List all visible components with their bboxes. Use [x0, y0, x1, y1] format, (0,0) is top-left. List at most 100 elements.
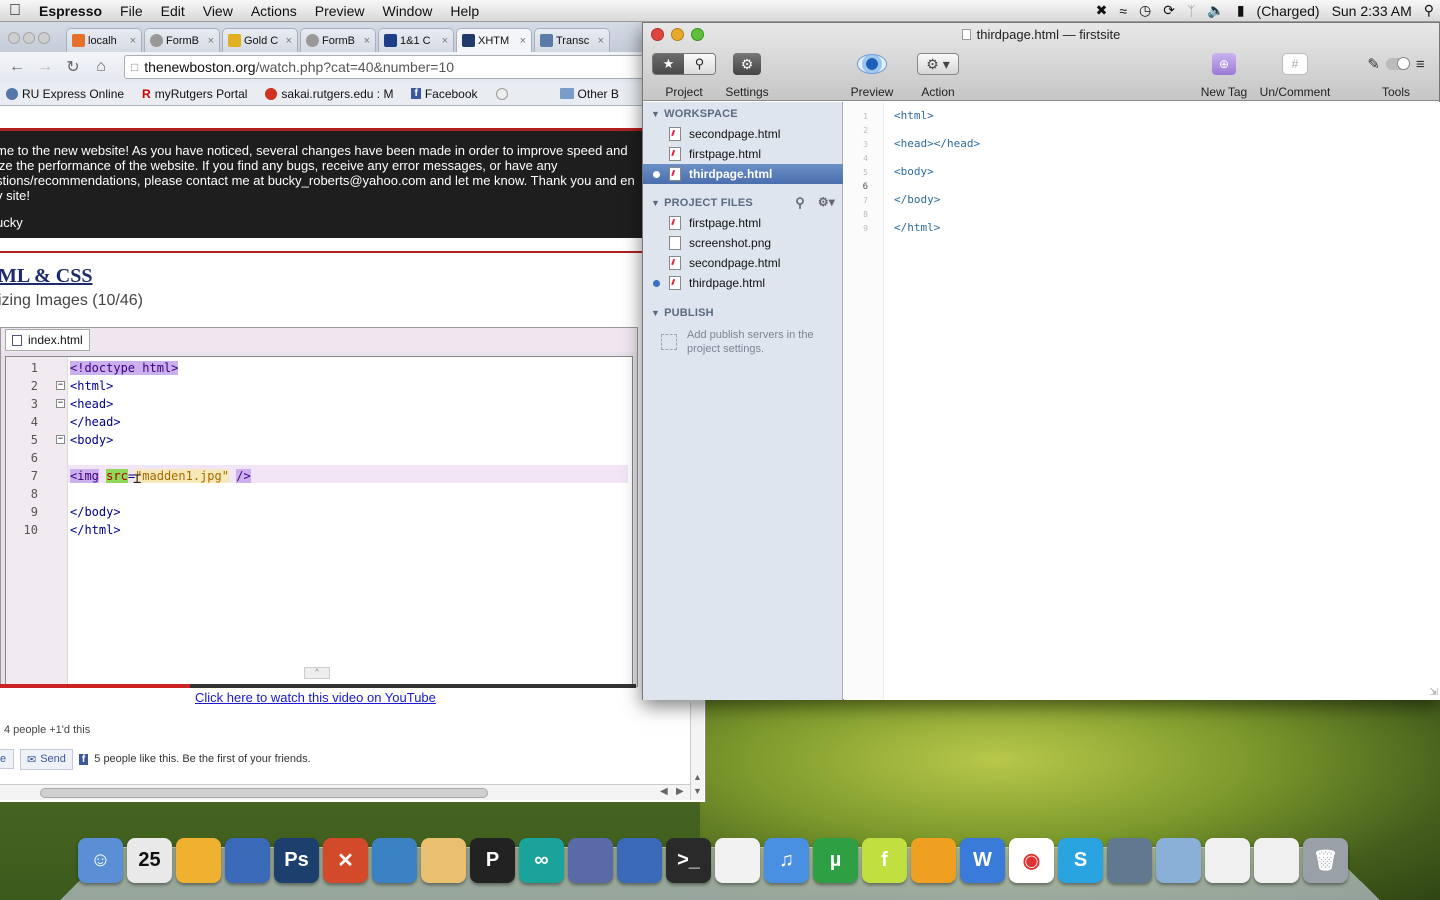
dreamweaver-icon[interactable] — [372, 838, 417, 883]
browser-tab[interactable]: 1&1 C × — [378, 28, 454, 52]
menu-edit[interactable]: Edit — [152, 0, 194, 22]
close-tab-icon[interactable]: × — [208, 35, 214, 47]
textedit-icon[interactable] — [715, 838, 760, 883]
disclosure-triangle-icon[interactable]: ▼ — [651, 308, 660, 318]
menu-icon[interactable]: ≡ — [1416, 56, 1425, 73]
x-status-icon[interactable]: ✖ — [1090, 2, 1114, 19]
utorrent-icon[interactable]: µ — [813, 838, 858, 883]
workspace-file-selected[interactable]: thirdpage.html — [643, 164, 843, 184]
volume-icon[interactable]: 🔈 — [1201, 2, 1230, 19]
close-tab-icon[interactable]: × — [598, 35, 604, 47]
sync-icon[interactable]: ⟳ — [1157, 2, 1181, 19]
terminal-icon[interactable]: >_ — [666, 838, 711, 883]
project-file[interactable]: firstpage.html — [643, 213, 843, 233]
imovie-icon[interactable] — [225, 838, 270, 883]
wifi-icon[interactable]: ≈ — [1113, 3, 1133, 19]
clock[interactable]: Sun 2:33 AM — [1326, 3, 1418, 19]
battery-icon[interactable]: ▮ — [1231, 2, 1251, 19]
browser-tab[interactable]: FormB × — [144, 28, 220, 52]
close-tab-icon[interactable]: × — [520, 35, 526, 47]
search-icon[interactable]: ⚲ — [795, 195, 805, 211]
scroll-down-icon[interactable]: ▼ — [693, 786, 702, 796]
back-icon[interactable]: ← — [8, 58, 26, 76]
workspace-header[interactable]: ▼ WORKSPACE — [651, 108, 738, 120]
battery-status[interactable]: (Charged) — [1251, 3, 1326, 19]
bookmark-item[interactable] — [495, 87, 512, 100]
bookmark-item[interactable]: sakai.rutgers.edu : M — [265, 87, 393, 101]
uncomment-button[interactable]: # Un/Comment — [1255, 51, 1335, 99]
arduino-icon[interactable]: ∞ — [519, 838, 564, 883]
close-tab-icon[interactable]: × — [130, 35, 136, 47]
photoshop-icon[interactable]: Ps — [274, 838, 319, 883]
document-icon-2[interactable] — [1254, 838, 1299, 883]
apple-icon[interactable]:  — [0, 0, 30, 22]
zoom-button[interactable] — [38, 32, 50, 44]
illustrator-icon[interactable] — [911, 838, 956, 883]
browser-tab[interactable]: Gold C × — [222, 28, 298, 52]
workspace-file[interactable]: secondpage.html — [643, 124, 843, 144]
browser-tab[interactable]: Transc × — [534, 28, 610, 52]
horizontal-scrollbar[interactable]: ◀ ▶ — [0, 784, 690, 800]
address-bar[interactable]: □ thenewboston.org/watch.php?cat=40&numb… — [124, 55, 697, 79]
close-tab-icon[interactable]: × — [442, 35, 448, 47]
preview-icon[interactable] — [176, 838, 221, 883]
code-editor[interactable]: 1 2 3 4 5 6 7 8 9 <html> <head></head> <… — [844, 102, 1440, 700]
browser-tab[interactable]: localh × — [66, 28, 142, 52]
java-icon[interactable] — [421, 838, 466, 883]
minimize-button[interactable] — [23, 32, 35, 44]
search-icon[interactable]: ⚲ — [684, 54, 715, 74]
reload-icon[interactable]: ↻ — [64, 57, 82, 77]
disclosure-triangle-icon[interactable]: ▼ — [651, 109, 660, 119]
course-title-link[interactable]: ML & CSS — [0, 265, 92, 288]
other-bookmarks[interactable]: Other B — [559, 87, 619, 101]
settings-button[interactable]: ⚙ Settings — [725, 51, 769, 99]
calendar-icon[interactable]: 25 — [127, 838, 172, 883]
video-progress-bar[interactable] — [0, 684, 636, 688]
close-tab-icon[interactable]: × — [286, 35, 292, 47]
project-file[interactable]: screenshot.png — [643, 233, 843, 253]
document-icon[interactable] — [1205, 838, 1250, 883]
project-files-header[interactable]: ▼ PROJECT FILES ⚲ ⚙▾ — [651, 195, 835, 211]
bluetooth-icon[interactable]: ᛉ — [1181, 3, 1201, 19]
home-icon[interactable]: ⌂ — [92, 58, 110, 76]
finder-icon[interactable]: ☺ — [78, 838, 123, 883]
processing-icon[interactable]: P — [470, 838, 515, 883]
close-button[interactable] — [8, 32, 20, 44]
workspace-file[interactable]: firstpage.html — [643, 144, 843, 164]
vertical-scrollbar[interactable]: ▲ ▼ — [690, 702, 704, 800]
folder-icon[interactable] — [1156, 838, 1201, 883]
project-file[interactable]: secondpage.html — [643, 253, 843, 273]
scroll-up-icon[interactable]: ▲ — [693, 772, 702, 782]
camera-icon[interactable] — [1107, 838, 1152, 883]
word-icon[interactable]: W — [960, 838, 1005, 883]
video-player[interactable]: index.html 1 2 3 4 5 6 7 8 9 10 − − − <!… — [0, 327, 638, 687]
resize-grip-icon[interactable]: ⇲ — [1430, 687, 1438, 698]
disclosure-triangle-icon[interactable]: ▼ — [651, 198, 660, 208]
xampp-icon[interactable]: ✕ — [323, 838, 368, 883]
time-machine-icon[interactable]: ◷ — [1133, 2, 1157, 19]
eclipse-icon[interactable] — [568, 838, 613, 883]
itunes-icon[interactable]: ♫ — [764, 838, 809, 883]
trash-icon[interactable]: 🗑 — [1303, 838, 1348, 883]
skype-icon[interactable]: S — [1058, 838, 1103, 883]
menu-window[interactable]: Window — [374, 0, 442, 22]
youtube-link[interactable]: Click here to watch this video on YouTub… — [195, 690, 436, 705]
spotlight-icon[interactable]: ⚲ — [1418, 2, 1440, 19]
scroll-left-icon[interactable]: ◀ — [660, 786, 668, 797]
send-button[interactable]: ✉ Send — [20, 748, 73, 770]
browser-tab-active[interactable]: XHTM × — [456, 28, 532, 52]
menu-preview[interactable]: Preview — [306, 0, 374, 22]
gear-icon[interactable]: ⚙▾ — [818, 195, 835, 209]
collapse-icon[interactable]: ⌃ — [304, 667, 330, 679]
menu-help[interactable]: Help — [441, 0, 488, 22]
publish-header[interactable]: ▼ PUBLISH — [651, 307, 714, 319]
preview-button[interactable]: Preview — [849, 51, 895, 99]
browser-tab[interactable]: FormB × — [300, 28, 376, 52]
toggle-icon[interactable] — [1385, 57, 1410, 70]
star-icon[interactable]: ★ — [653, 54, 684, 74]
chrome-icon[interactable]: ◉ — [1009, 838, 1054, 883]
bookmark-item[interactable]: RU Express Online — [6, 87, 124, 101]
scroll-right-icon[interactable]: ▶ — [676, 786, 684, 797]
forward-icon[interactable]: → — [36, 58, 54, 76]
bookmark-item[interactable]: f Facebook — [411, 87, 478, 101]
